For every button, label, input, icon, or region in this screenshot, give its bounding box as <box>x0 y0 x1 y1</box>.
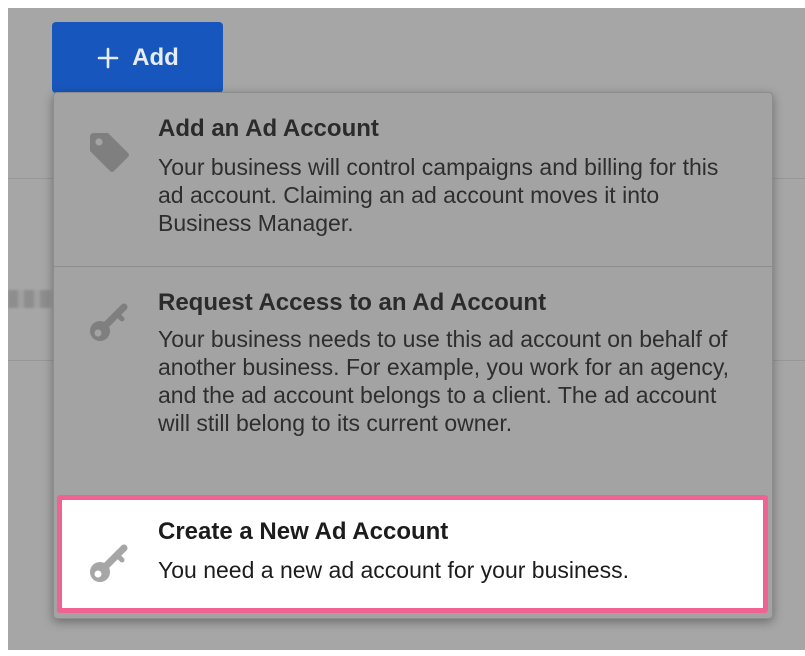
key-icon <box>90 303 128 341</box>
menu-item-title: Create a New Ad Account <box>158 518 449 545</box>
tag-icon <box>90 133 129 172</box>
blurred-content <box>8 290 56 308</box>
plus-icon <box>97 47 119 68</box>
menu-item-request-access[interactable]: Request Access to an Ad Account Your bus… <box>54 267 772 493</box>
add-button-label: Add <box>132 43 179 71</box>
key-icon <box>90 544 128 582</box>
menu-item-create-ad-account[interactable]: Create a New Ad Account You need a new a… <box>57 495 768 613</box>
menu-item-title: Add an Ad Account <box>158 115 379 142</box>
menu-item-description: You need a new ad account for your busin… <box>158 557 629 583</box>
menu-item-add-ad-account[interactable]: Add an Ad Account Your business will con… <box>54 93 772 267</box>
menu-item-title: Request Access to an Ad Account <box>158 289 547 316</box>
menu-item-description: Your business needs to use this ad accou… <box>158 326 730 436</box>
add-button[interactable]: Add <box>52 22 223 93</box>
add-dropdown-menu: Add an Ad Account Your business will con… <box>53 92 773 619</box>
page-background: Add Add an Ad Account Your business will… <box>8 8 805 650</box>
menu-item-description: Your business will control campaigns and… <box>158 154 719 236</box>
